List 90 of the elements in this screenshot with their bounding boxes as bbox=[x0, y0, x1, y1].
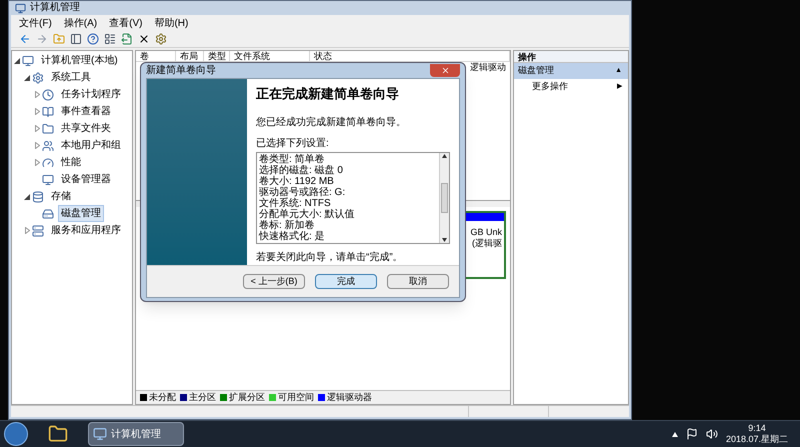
partition-label: (逻辑驱 bbox=[472, 238, 502, 249]
table-cell-text: 逻辑驱动 bbox=[470, 60, 506, 74]
tree-node-icon bbox=[42, 122, 54, 134]
tree-node-icon bbox=[22, 54, 34, 66]
setting-line: 卷大小: 1192 MB bbox=[259, 176, 335, 186]
tree-item[interactable]: 存储 bbox=[48, 188, 74, 205]
computer-icon bbox=[93, 427, 107, 441]
tree-node-icon bbox=[42, 88, 54, 100]
settings-label: 已选择下列设置: bbox=[256, 136, 330, 150]
collapsed-arrow-icon[interactable] bbox=[34, 108, 40, 115]
back-icon[interactable] bbox=[19, 33, 31, 45]
export-icon[interactable] bbox=[121, 33, 133, 45]
tree-node-icon bbox=[42, 140, 54, 152]
column-header[interactable]: 文件系统 bbox=[230, 51, 310, 61]
setting-line: 卷标: 新加卷 bbox=[259, 220, 315, 230]
help-icon[interactable] bbox=[87, 33, 99, 45]
tree-item[interactable]: 系统工具 bbox=[48, 69, 94, 86]
legend-label: 可用空间 bbox=[278, 390, 314, 404]
list-view-icon[interactable] bbox=[104, 33, 116, 45]
menu-item[interactable]: 查看(V) bbox=[109, 16, 142, 30]
tree-item[interactable]: 共享文件夹 bbox=[58, 120, 114, 137]
settings-list[interactable]: 卷类型: 简单卷 选择的磁盘: 磁盘 0 卷大小: 1192 MB 驱动器号或路径: G: 文件系统: NTFS 分配单元大小: 默认值 卷标: 新加卷 快速格式化: 是 bbox=[256, 152, 450, 244]
window-title: 计算机管理 bbox=[30, 3, 80, 13]
legend-label: 主分区 bbox=[189, 390, 216, 404]
tree-item[interactable]: 事件查看器 bbox=[58, 103, 114, 120]
column-header[interactable]: 卷 bbox=[136, 51, 176, 61]
tray-arrow-icon[interactable] bbox=[672, 432, 678, 436]
tree-node-icon bbox=[42, 156, 54, 168]
collapsed-arrow-icon[interactable] bbox=[34, 91, 40, 98]
tree-node-icon bbox=[32, 72, 44, 84]
scroll-down-icon[interactable] bbox=[442, 238, 447, 242]
dialog-title: 新建简单卷向导 bbox=[146, 64, 216, 78]
tree-item[interactable]: 设备管理器 bbox=[58, 171, 114, 188]
close-button[interactable] bbox=[430, 64, 460, 77]
dialog-button[interactable]: 完成 bbox=[315, 274, 377, 288]
dialog-button[interactable]: < 上一步(B) bbox=[243, 274, 305, 288]
actions-header: 操作 bbox=[514, 51, 628, 63]
legend-label: 逻辑驱动器 bbox=[327, 390, 372, 404]
intro-text: 您已经成功完成新建简单卷向导。 bbox=[256, 116, 407, 130]
tree-node-icon bbox=[32, 190, 44, 202]
app-icon bbox=[15, 2, 26, 14]
setting-line: 快速格式化: 是 bbox=[259, 230, 326, 242]
tree-item[interactable]: 磁盘管理 bbox=[58, 205, 104, 222]
properties-icon[interactable] bbox=[155, 33, 167, 45]
flag-icon[interactable] bbox=[686, 428, 698, 440]
scroll-up-icon[interactable] bbox=[442, 154, 447, 158]
clock-time[interactable]: 9:14 bbox=[748, 423, 766, 434]
partition-label: GB Unk bbox=[470, 227, 502, 238]
menu-item[interactable]: 文件(F) bbox=[19, 16, 52, 30]
tree-node-icon bbox=[42, 208, 54, 220]
tree-node-icon bbox=[42, 174, 54, 186]
close-icon bbox=[440, 66, 450, 75]
clock-date[interactable]: 2018.07.星期二 bbox=[726, 434, 788, 445]
collapsed-arrow-icon[interactable] bbox=[24, 227, 30, 234]
volume-icon[interactable] bbox=[706, 428, 718, 440]
setting-line: 文件系统: NTFS bbox=[259, 198, 332, 208]
tree-item[interactable]: 服务和应用程序 bbox=[48, 222, 124, 239]
setting-line: 选择的磁盘: 磁盘 0 bbox=[259, 164, 344, 176]
setting-line: 卷类型: 简单卷 bbox=[259, 154, 326, 164]
scroll-thumb[interactable] bbox=[441, 182, 448, 212]
wizard-heading: 正在完成新建简单卷向导 bbox=[256, 86, 400, 104]
start-button[interactable] bbox=[4, 422, 28, 446]
collapsed-arrow-icon[interactable] bbox=[34, 142, 40, 149]
legend-label: 扩展分区 bbox=[229, 390, 265, 404]
setting-line: 分配单元大小: 默认值 bbox=[259, 208, 356, 220]
tree-item[interactable]: 任务计划程序 bbox=[58, 86, 124, 103]
column-header[interactable]: 布局 bbox=[176, 51, 204, 61]
explorer-taskbar-icon[interactable] bbox=[48, 424, 68, 444]
tree-node-icon bbox=[42, 106, 54, 118]
close-icon[interactable] bbox=[138, 33, 150, 45]
tree-item[interactable]: 计算机管理(本地) bbox=[38, 52, 121, 69]
setting-line: 驱动器号或路径: G: bbox=[259, 186, 346, 198]
expanded-arrow-icon[interactable] bbox=[24, 194, 30, 200]
menu-item[interactable]: 帮助(H) bbox=[154, 16, 188, 30]
panel-icon[interactable] bbox=[70, 33, 82, 45]
tree-item[interactable]: 性能 bbox=[58, 154, 84, 171]
menu-item[interactable]: 操作(A) bbox=[64, 16, 98, 30]
tree-item[interactable]: 本地用户和组 bbox=[58, 137, 124, 154]
closing-text: 若要关闭此向导，请单击“完成”。 bbox=[256, 250, 404, 264]
taskbar-button[interactable]: 计算机管理 bbox=[88, 422, 184, 446]
scrollbar[interactable] bbox=[439, 152, 449, 242]
legend-label: 未分配 bbox=[149, 390, 176, 404]
column-header[interactable]: 状态 bbox=[310, 51, 510, 61]
collapsed-arrow-icon[interactable] bbox=[34, 125, 40, 132]
dialog-button[interactable]: 取消 bbox=[387, 274, 449, 288]
expanded-arrow-icon[interactable] bbox=[24, 74, 30, 80]
collapsed-arrow-icon[interactable] bbox=[34, 159, 40, 166]
expanded-arrow-icon[interactable] bbox=[14, 58, 20, 64]
column-header[interactable]: 类型 bbox=[204, 51, 230, 61]
tree-node-icon bbox=[32, 224, 44, 236]
